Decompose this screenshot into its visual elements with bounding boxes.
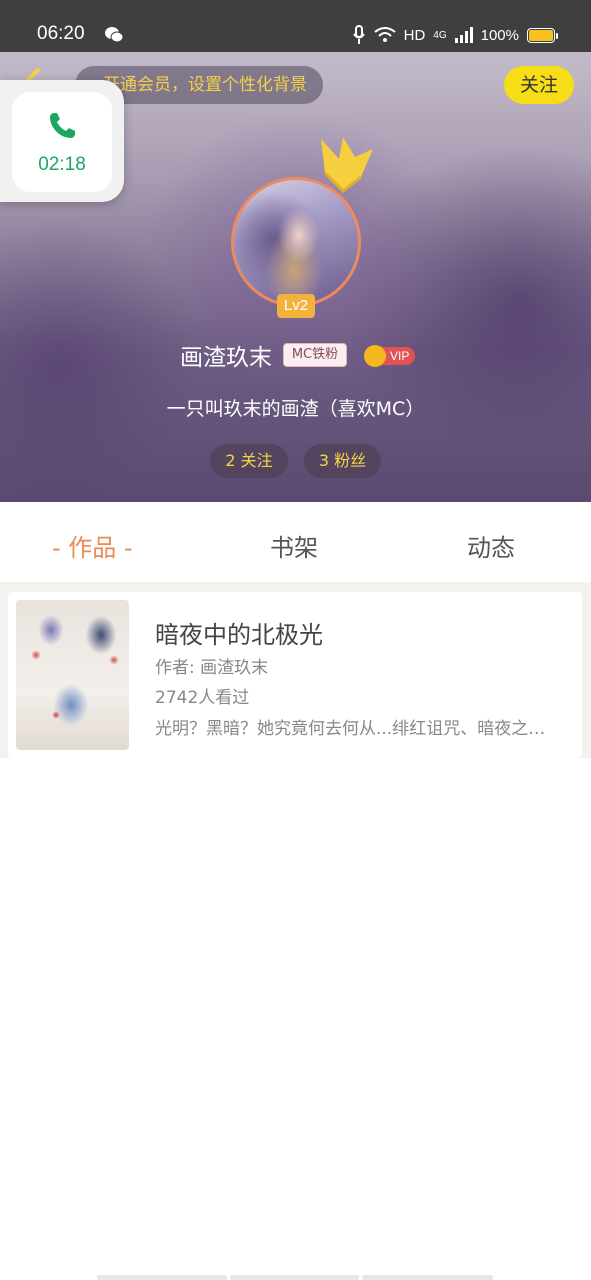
network-hd-label: HD xyxy=(403,26,426,44)
work-views: 2742人看过 xyxy=(155,688,250,708)
avatar[interactable] xyxy=(231,177,361,307)
signal-bars-icon xyxy=(454,27,473,43)
battery-percent: 100% xyxy=(480,26,519,44)
wifi-icon xyxy=(373,27,396,42)
level-badge: Lv2 xyxy=(277,294,315,318)
tab-bookshelf[interactable]: 书架 xyxy=(270,528,318,563)
fans-count[interactable]: 3 粉丝 xyxy=(304,444,381,478)
tab-activity[interactable]: 动态 xyxy=(467,528,515,563)
gesture-bar-segment xyxy=(362,1275,493,1280)
work-card[interactable]: 暗夜中的北极光 作者: 画渣玖末 2742人看过 光明？黑暗？她究竟何去何从..… xyxy=(8,592,582,758)
gesture-bar-segment xyxy=(230,1275,359,1280)
work-description: 光明？黑暗？她究竟何去何从...绯红诅咒、暗夜之光、北极光 xyxy=(155,719,560,739)
tab-works[interactable]: - 作品 - xyxy=(52,528,133,563)
call-bubble-card[interactable]: 02:18 xyxy=(12,92,112,192)
vip-crown-icon xyxy=(364,345,386,367)
fan-badge: MC铁粉 xyxy=(283,343,347,367)
vip-badge: VIP xyxy=(364,345,416,367)
work-author: 作者: 画渣玖末 xyxy=(155,658,269,678)
microphone-icon xyxy=(352,25,365,44)
phone-icon xyxy=(50,113,75,138)
status-indicators: HD 4G 100% xyxy=(352,24,558,46)
username: 画渣玖末 xyxy=(180,345,272,371)
follow-button[interactable]: 关注 xyxy=(504,66,574,104)
battery-icon xyxy=(527,27,558,43)
gesture-bar-segment xyxy=(97,1275,227,1280)
status-time: 06:20 xyxy=(37,23,85,44)
avatar-image xyxy=(231,177,361,307)
wechat-icon xyxy=(105,27,124,43)
call-floating-bubble[interactable]: 02:18 xyxy=(0,80,124,202)
call-duration: 02:18 xyxy=(38,154,86,175)
following-count[interactable]: 2 关注 xyxy=(210,444,288,478)
status-bar: 06:20 HD 4G 100% xyxy=(0,0,591,52)
work-title: 暗夜中的北极光 xyxy=(155,621,323,649)
work-cover-image xyxy=(16,600,129,750)
signal-4g-label: 4G xyxy=(433,29,447,41)
tab-bar: - 作品 - 书架 动态 xyxy=(0,502,591,582)
profile-signature: 一只叫玖末的画渣（喜欢MC） xyxy=(166,398,425,420)
